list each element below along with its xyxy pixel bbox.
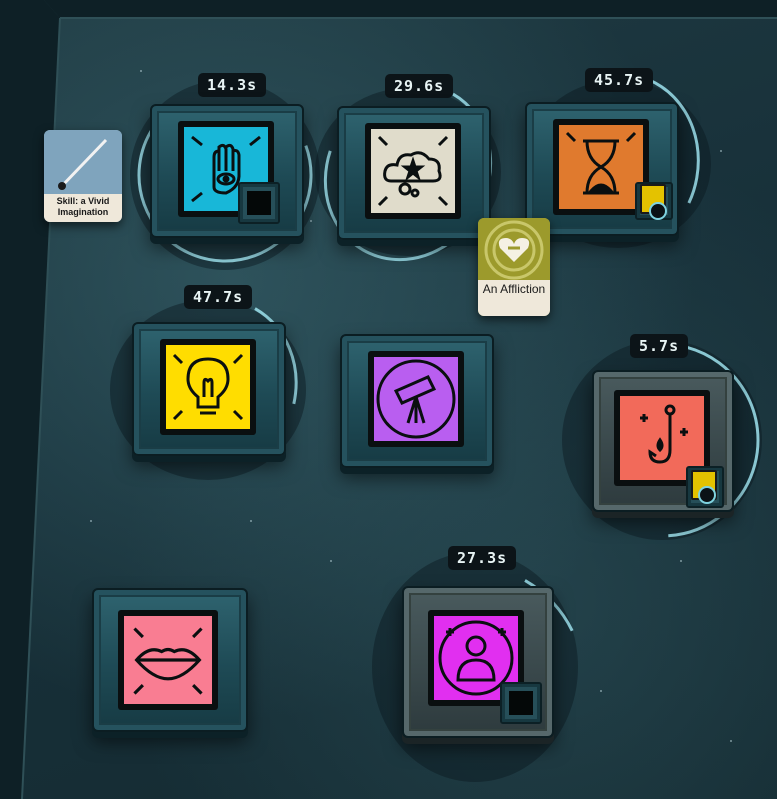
countdown-timer: 27.3s [448, 546, 517, 570]
cloud-star-icon [371, 129, 455, 213]
verb-slot-hook[interactable]: 5.7s [562, 334, 762, 540]
aspect-slot[interactable] [500, 682, 542, 724]
verb-icon-box [365, 123, 461, 219]
aspect-slot[interactable] [635, 182, 673, 220]
verb-slot-hourglass[interactable]: 45.7s [525, 68, 715, 256]
affliction-card[interactable]: An Affliction [478, 218, 550, 316]
verb-slot-lightbulb[interactable]: 47.7s [110, 285, 306, 484]
countdown-timer: 45.7s [585, 68, 654, 92]
verb-frame[interactable] [525, 102, 679, 236]
skill-card[interactable]: Skill: a Vivid Imagination [44, 130, 122, 222]
countdown-timer: 47.7s [184, 285, 253, 309]
lightbulb-icon [166, 345, 250, 429]
empty-slot [509, 691, 533, 715]
magnet-icon [649, 202, 667, 220]
telescope-icon [374, 357, 458, 441]
verb-frame[interactable] [592, 370, 734, 512]
verb-icon-box [118, 610, 218, 710]
verb-frame[interactable] [150, 104, 304, 238]
verb-slot-lips[interactable] [86, 584, 256, 744]
verb-icon-box [160, 339, 256, 435]
lips-icon [124, 616, 212, 704]
empty-slot [247, 191, 271, 215]
hourglass-icon [559, 125, 643, 209]
countdown-timer: 29.6s [385, 74, 454, 98]
countdown-timer: 5.7s [630, 334, 689, 358]
aspect-slot[interactable] [686, 466, 724, 508]
aspect-slot[interactable] [238, 182, 280, 224]
verb-frame[interactable] [132, 322, 286, 456]
magnet-icon [698, 486, 716, 504]
verb-frame[interactable] [337, 106, 491, 240]
verb-slot-hand[interactable]: 14.3s [130, 73, 320, 270]
affliction-card-label: An Affliction [478, 280, 550, 316]
verb-frame[interactable] [402, 586, 554, 738]
skill-card-label: Skill: a Vivid Imagination [44, 194, 122, 222]
verb-frame[interactable] [92, 588, 248, 732]
verb-icon-box [368, 351, 464, 447]
heart-minus-icon [478, 218, 550, 282]
verb-slot-telescope[interactable] [340, 330, 500, 480]
paintbrush-icon [44, 130, 122, 198]
verb-frame[interactable] [340, 334, 494, 468]
countdown-timer: 14.3s [198, 73, 267, 97]
verb-slot-cloud[interactable]: 29.6s [315, 74, 505, 262]
verb-slot-person[interactable]: 27.3s [365, 546, 585, 788]
